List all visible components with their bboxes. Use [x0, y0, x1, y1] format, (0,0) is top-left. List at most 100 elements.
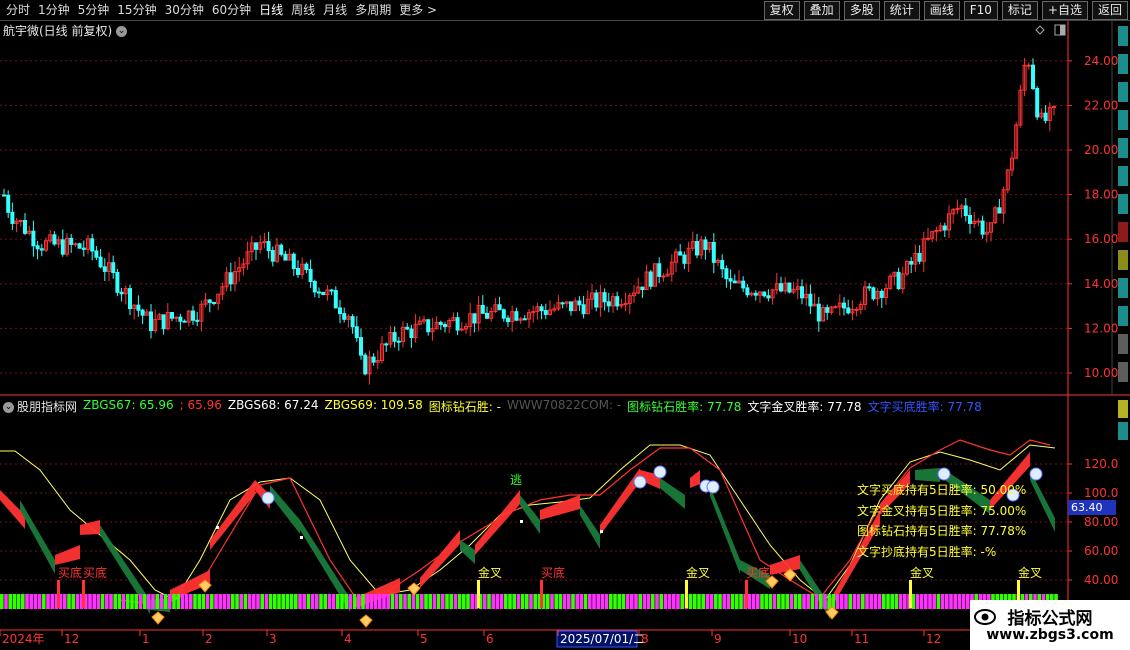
- period-tab-1[interactable]: 1分钟: [34, 1, 74, 19]
- cup-icon: [1029, 467, 1043, 481]
- function-buttons: 复权 叠加 多股 统计 画线 F10 标记 +自选 返回: [760, 1, 1128, 20]
- toolbar-button-7[interactable]: +自选: [1041, 1, 1088, 20]
- candle-body: [745, 287, 750, 296]
- signal-bar: [424, 594, 428, 609]
- toolbar-button-4[interactable]: 画线: [923, 1, 960, 20]
- signal-bar: [504, 594, 508, 609]
- signal-bar: [760, 594, 764, 609]
- signal-bar: [756, 594, 760, 609]
- signal-bar: [138, 594, 143, 609]
- signal-bar: [596, 594, 600, 609]
- signal-bar: [21, 594, 25, 609]
- ribbon-band: [800, 560, 830, 619]
- chevron-down-icon[interactable]: ⌄: [116, 26, 128, 37]
- candle-body: [640, 286, 645, 291]
- period-tab-8[interactable]: 月线: [319, 1, 351, 19]
- signal-bar: [239, 594, 243, 609]
- signal-bar: [483, 594, 487, 609]
- win-rate-stat-0: 文字买底持有5日胜率: 50.00%: [857, 483, 1027, 497]
- period-tab-4[interactable]: 30分钟: [161, 1, 208, 19]
- candle-body: [506, 317, 510, 323]
- signal-bar: [928, 594, 932, 609]
- signal-bar: [247, 594, 252, 609]
- candle-body: [350, 316, 355, 328]
- signal-bar: [621, 594, 626, 609]
- candle-body: [321, 291, 326, 296]
- toolbar-button-1[interactable]: 叠加: [803, 1, 840, 20]
- x-tick-label-2: 1: [142, 632, 150, 646]
- candle-body: [753, 292, 758, 296]
- signal-bar: [29, 594, 33, 609]
- candle-body: [207, 299, 212, 303]
- period-tab-2[interactable]: 5分钟: [74, 1, 114, 19]
- signal-bar: [550, 594, 554, 609]
- signal-bar: [798, 594, 802, 609]
- signal-bar: [642, 594, 647, 609]
- candle-body: [800, 286, 804, 299]
- signal-bar: [949, 594, 953, 609]
- signal-bar: [298, 594, 302, 609]
- candle-body: [52, 234, 57, 245]
- candle-body: [955, 208, 960, 211]
- signal-bar: [369, 594, 374, 609]
- candle-body: [354, 326, 359, 339]
- signal-bar: [772, 594, 777, 609]
- period-tab-9[interactable]: 多周期: [351, 1, 395, 19]
- signal-bar: [924, 594, 928, 609]
- period-tab-10[interactable]: 更多 >: [395, 1, 441, 19]
- period-tab-7[interactable]: 周线: [287, 1, 319, 19]
- x-tick-label-3: 2: [205, 632, 213, 646]
- signal-bar: [546, 594, 550, 609]
- signal-bar: [407, 594, 411, 609]
- indicator-name[interactable]: ⌄ 股朋指标网: [3, 398, 77, 415]
- site-watermark: 指标公式网 www.zbgs3.com: [970, 600, 1130, 650]
- candle-body: [648, 271, 653, 287]
- toolbar-button-8[interactable]: 返回: [1091, 1, 1128, 20]
- main-y-tick-label: 24.00: [1084, 54, 1118, 68]
- signal-bar: [189, 594, 193, 609]
- toolbar-button-5[interactable]: F10: [963, 1, 998, 20]
- period-tab-6[interactable]: 日线: [255, 1, 287, 19]
- candle-body: [279, 244, 284, 255]
- candle-body: [867, 286, 872, 289]
- candle-body: [808, 293, 813, 307]
- signal-bar: [16, 594, 21, 609]
- candle-body: [317, 291, 321, 294]
- toolbar-button-0[interactable]: 复权: [763, 1, 800, 20]
- candle-body: [90, 238, 95, 252]
- toolbar-button-3[interactable]: 统计: [883, 1, 920, 20]
- candle-body: [195, 319, 200, 322]
- candle-body: [485, 312, 489, 319]
- candle-body: [426, 319, 431, 333]
- candle-body: [657, 263, 662, 277]
- signal-bar: [172, 594, 176, 609]
- chevron-down-icon[interactable]: ⌄: [3, 402, 14, 413]
- toolbar-button-6[interactable]: 标记: [1001, 1, 1038, 20]
- signal-bar: [163, 594, 168, 609]
- signal-bar: [915, 594, 920, 609]
- signal-bar: [0, 594, 4, 609]
- candle-body: [661, 275, 666, 278]
- signal-bar: [100, 594, 105, 609]
- event-label-7: 金叉: [1018, 565, 1042, 580]
- signal-bar: [676, 594, 680, 609]
- signal-bar: [806, 594, 810, 609]
- candle-body: [81, 247, 86, 250]
- candle-body: [35, 245, 40, 250]
- signal-bar: [63, 594, 67, 609]
- signal-bar: [151, 594, 155, 609]
- toolbar-button-2[interactable]: 多股: [843, 1, 880, 20]
- signal-bar: [109, 594, 113, 609]
- candle-body: [329, 289, 334, 292]
- signal-bar: [894, 594, 899, 609]
- signal-bar: [873, 594, 878, 609]
- indicator-y-tick-label: 40.00: [1084, 573, 1118, 587]
- period-tab-3[interactable]: 15分钟: [113, 1, 160, 19]
- period-tab-0[interactable]: 分时: [2, 1, 34, 19]
- candle-body: [2, 194, 6, 197]
- period-tab-5[interactable]: 60分钟: [208, 1, 255, 19]
- candle-body: [682, 254, 687, 264]
- diamond-icon: [359, 614, 373, 628]
- candle-body: [825, 307, 830, 313]
- signal-bar: [457, 594, 462, 609]
